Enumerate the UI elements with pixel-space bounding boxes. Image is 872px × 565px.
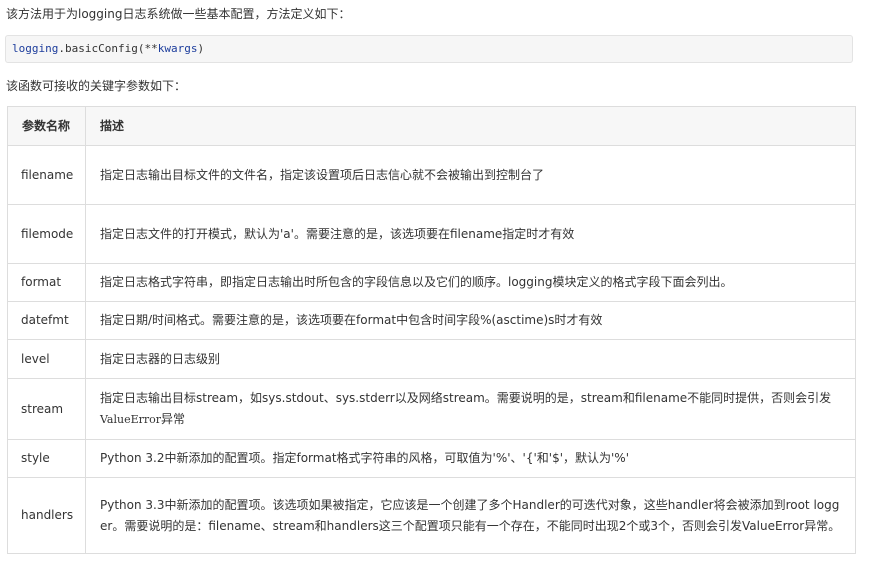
param-name: handlers: [7, 477, 86, 554]
param-name: style: [7, 439, 86, 478]
table-row: handlers Python 3.3中新添加的配置项。该选项如果被指定，它应该…: [7, 477, 856, 554]
table-row: datefmt 指定日期/时间格式。需要注意的是，该选项要在format中包含时…: [7, 301, 856, 340]
param-name: datefmt: [7, 301, 86, 340]
header-param-name: 参数名称: [7, 106, 86, 146]
code-stars: **: [144, 42, 158, 55]
param-description: Python 3.3中新添加的配置项。该选项如果被指定，它应该是一个创建了多个H…: [85, 477, 856, 554]
param-description: 指定日志格式字符串，即指定日志输出时所包含的字段信息以及它们的顺序。loggin…: [85, 263, 856, 302]
params-table: 参数名称 描述 filename 指定日志输出目标文件的文件名，指定该设置项后日…: [7, 106, 856, 554]
table-row: level 指定日志器的日志级别: [7, 339, 856, 379]
table-row: filename 指定日志输出目标文件的文件名，指定该设置项后日志信心就不会被输…: [7, 145, 856, 205]
param-description: 指定日期/时间格式。需要注意的是，该选项要在format中包含时间字段%(asc…: [85, 301, 856, 340]
table-header-row: 参数名称 描述: [7, 106, 856, 146]
param-description-tail: 异常: [161, 412, 186, 426]
param-description: 指定日志器的日志级别: [85, 339, 856, 379]
table-row: format 指定日志格式字符串，即指定日志输出时所包含的字段信息以及它们的顺序…: [7, 263, 856, 302]
param-description: Python 3.2中新添加的配置项。指定format格式字符串的风格，可取值为…: [85, 439, 856, 478]
param-name: level: [7, 339, 86, 379]
table-row: style Python 3.2中新添加的配置项。指定format格式字符串的风…: [7, 439, 856, 478]
code-close-paren: ): [197, 42, 205, 55]
param-name: filemode: [7, 204, 86, 264]
code-module: logging: [12, 42, 59, 55]
param-name: stream: [7, 378, 86, 440]
header-description: 描述: [85, 106, 856, 146]
code-block: logging.basicConfig(**kwargs): [5, 35, 853, 63]
param-description: 指定日志文件的打开模式，默认为'a'。需要注意的是，该选项要在filename指…: [85, 204, 856, 264]
code-kwargs: kwargs: [157, 42, 198, 55]
intro-paragraph: 该方法用于为logging日志系统做一些基本配置，方法定义如下：: [6, 7, 351, 21]
table-row: filemode 指定日志文件的打开模式，默认为'a'。需要注意的是，该选项要在…: [7, 204, 856, 264]
param-name: filename: [7, 145, 86, 205]
param-name: format: [7, 263, 86, 302]
table-row: stream 指定日志输出目标stream，如sys.stdout、sys.st…: [7, 378, 856, 440]
inline-code: ValueError: [100, 413, 162, 426]
param-description: 指定日志输出目标stream，如sys.stdout、sys.stderr以及网…: [85, 378, 856, 440]
params-intro: 该函数可接收的关键字参数如下：: [6, 79, 187, 93]
param-description-text: 指定日志输出目标stream，如sys.stdout、sys.stderr以及网…: [100, 391, 832, 405]
code-function: .basicConfig(: [58, 42, 145, 55]
param-description: 指定日志输出目标文件的文件名，指定该设置项后日志信心就不会被输出到控制台了: [85, 145, 856, 205]
